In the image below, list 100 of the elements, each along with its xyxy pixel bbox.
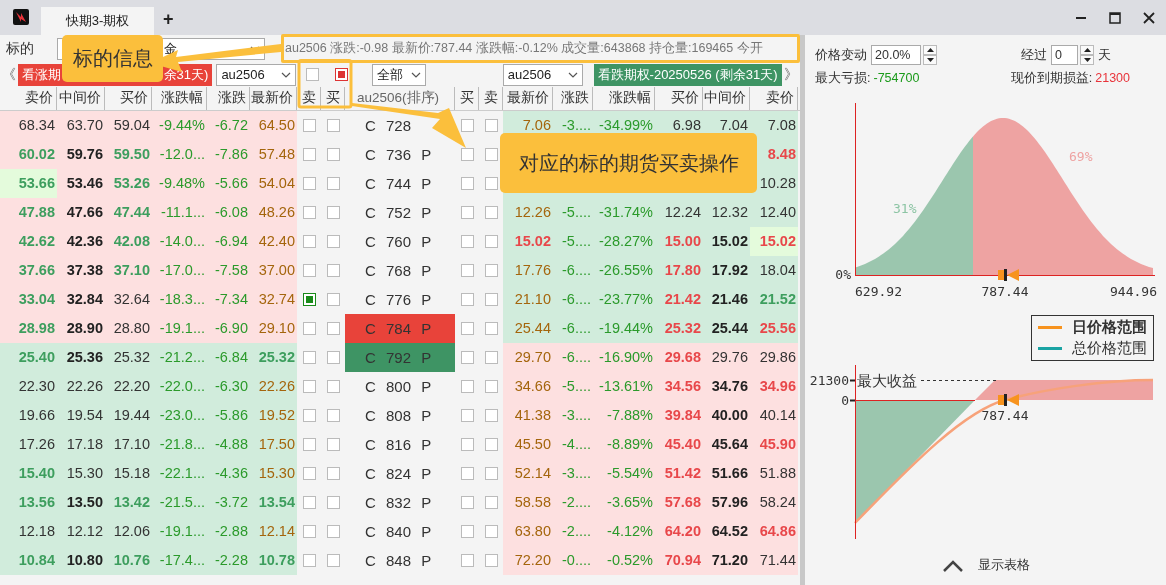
checkbox[interactable] bbox=[484, 380, 498, 393]
checkbox[interactable] bbox=[484, 496, 498, 509]
contract-dropdown[interactable]: au2506 bbox=[502, 63, 583, 86]
checkbox[interactable] bbox=[484, 409, 498, 422]
strike-label[interactable]: C 824 P bbox=[365, 465, 432, 482]
checkbox[interactable] bbox=[460, 148, 474, 161]
elapsed-field[interactable]: 0 bbox=[1051, 45, 1078, 65]
checkbox[interactable] bbox=[460, 177, 474, 190]
checkbox[interactable] bbox=[460, 264, 474, 277]
previous-button[interactable]: 《 bbox=[0, 65, 18, 84]
legend-item[interactable]: 日价格范围 bbox=[1038, 318, 1147, 337]
checkbox[interactable] bbox=[484, 438, 498, 451]
checkbox[interactable] bbox=[302, 351, 316, 364]
checkbox[interactable] bbox=[302, 380, 316, 393]
checkbox[interactable] bbox=[460, 467, 474, 480]
checkbox[interactable] bbox=[460, 496, 474, 509]
filter-dropdown[interactable]: 全部 bbox=[371, 63, 426, 86]
strike-label[interactable]: C 776 P bbox=[365, 291, 432, 308]
checkbox[interactable] bbox=[484, 525, 498, 538]
checkbox[interactable] bbox=[326, 438, 340, 451]
strike-label[interactable]: C 752 P bbox=[365, 204, 432, 221]
checkbox[interactable] bbox=[460, 554, 474, 567]
strike-label[interactable]: C 768 P bbox=[365, 262, 432, 279]
checkbox[interactable] bbox=[302, 525, 316, 538]
spin-up-button[interactable] bbox=[923, 45, 937, 55]
checkbox[interactable] bbox=[460, 119, 474, 132]
strike-label[interactable]: C 760 P bbox=[365, 233, 432, 250]
strike-label[interactable]: C 832 P bbox=[365, 494, 432, 511]
checkbox[interactable] bbox=[484, 351, 498, 364]
checkbox[interactable] bbox=[326, 322, 340, 335]
strike-label[interactable]: C 736 P bbox=[365, 146, 432, 163]
price-marker[interactable] bbox=[998, 394, 1019, 406]
checkbox[interactable] bbox=[484, 322, 498, 335]
checkbox[interactable] bbox=[302, 119, 316, 132]
checkbox[interactable] bbox=[302, 206, 316, 219]
checkbox[interactable] bbox=[484, 554, 498, 567]
checkbox[interactable] bbox=[326, 206, 340, 219]
checkbox[interactable] bbox=[326, 351, 340, 364]
strike-label[interactable]: C 808 P bbox=[365, 407, 432, 424]
checkbox[interactable] bbox=[460, 438, 474, 451]
checkbox[interactable] bbox=[302, 264, 316, 277]
checkbox[interactable] bbox=[326, 119, 340, 132]
checkbox[interactable] bbox=[335, 68, 349, 81]
tab[interactable]: 快期3-期权 bbox=[41, 7, 154, 35]
strike-label[interactable]: C 840 P bbox=[365, 523, 432, 540]
checkbox[interactable] bbox=[302, 293, 316, 306]
checkbox[interactable] bbox=[460, 235, 474, 248]
strike-label[interactable]: C 728 bbox=[365, 117, 412, 134]
checkbox[interactable] bbox=[326, 409, 340, 422]
checkbox[interactable] bbox=[460, 351, 474, 364]
checkbox[interactable] bbox=[302, 177, 316, 190]
checkbox[interactable] bbox=[460, 525, 474, 538]
checkbox[interactable] bbox=[326, 264, 340, 277]
spin-down-button[interactable] bbox=[1080, 55, 1094, 65]
next-button[interactable]: 》 bbox=[782, 65, 800, 84]
checkbox[interactable] bbox=[484, 206, 498, 219]
strike-label[interactable]: C 744 P bbox=[365, 175, 432, 192]
checkbox[interactable] bbox=[460, 409, 474, 422]
table-cell: -11.1... bbox=[152, 198, 207, 227]
price-change-field[interactable]: 20.0% bbox=[871, 45, 921, 65]
checkbox[interactable] bbox=[302, 438, 316, 451]
checkbox[interactable] bbox=[460, 322, 474, 335]
checkbox[interactable] bbox=[484, 467, 498, 480]
checkbox[interactable] bbox=[326, 467, 340, 480]
checkbox[interactable] bbox=[484, 177, 498, 190]
contract-dropdown[interactable]: au2506 bbox=[216, 63, 297, 86]
checkbox[interactable] bbox=[302, 409, 316, 422]
strike-label[interactable]: C 848 P bbox=[365, 552, 432, 569]
checkbox[interactable] bbox=[326, 496, 340, 509]
checkbox[interactable] bbox=[484, 264, 498, 277]
checkbox[interactable] bbox=[326, 554, 340, 567]
checkbox[interactable] bbox=[326, 177, 340, 190]
checkbox[interactable] bbox=[302, 235, 316, 248]
show-table-button[interactable]: 显示表格 bbox=[941, 557, 1030, 574]
spin-down-button[interactable] bbox=[923, 55, 937, 65]
checkbox[interactable] bbox=[484, 119, 498, 132]
checkbox[interactable] bbox=[460, 206, 474, 219]
checkbox[interactable] bbox=[302, 467, 316, 480]
checkbox[interactable] bbox=[460, 293, 474, 306]
price-marker[interactable] bbox=[998, 269, 1019, 281]
checkbox[interactable] bbox=[306, 68, 320, 81]
checkbox[interactable] bbox=[484, 293, 498, 306]
strike-label[interactable]: C 816 P bbox=[365, 436, 432, 453]
spin-up-button[interactable] bbox=[1080, 45, 1094, 55]
table-cell: -7.34 bbox=[207, 285, 250, 314]
checkbox[interactable] bbox=[302, 322, 316, 335]
new-tab-button[interactable]: + bbox=[160, 9, 177, 30]
checkbox[interactable] bbox=[326, 235, 340, 248]
checkbox[interactable] bbox=[326, 525, 340, 538]
legend-item[interactable]: 总价格范围 bbox=[1038, 339, 1147, 358]
checkbox[interactable] bbox=[484, 148, 498, 161]
checkbox[interactable] bbox=[302, 496, 316, 509]
checkbox[interactable] bbox=[460, 380, 474, 393]
checkbox[interactable] bbox=[326, 380, 340, 393]
checkbox[interactable] bbox=[302, 148, 316, 161]
checkbox[interactable] bbox=[326, 148, 340, 161]
checkbox[interactable] bbox=[302, 554, 316, 567]
checkbox[interactable] bbox=[326, 293, 340, 306]
strike-label[interactable]: C 800 P bbox=[365, 378, 432, 395]
checkbox[interactable] bbox=[484, 235, 498, 248]
